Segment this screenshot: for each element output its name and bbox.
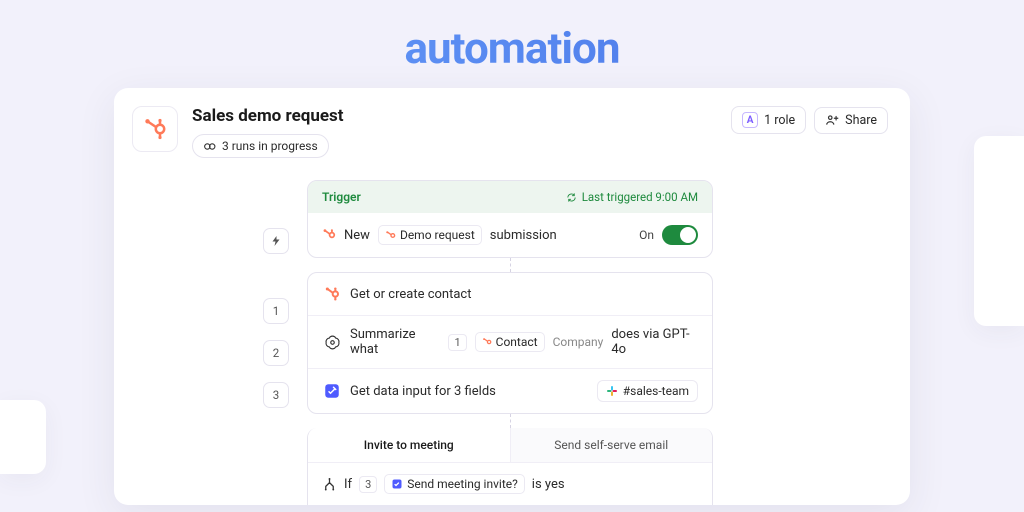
share-label: Share xyxy=(845,113,877,128)
form-icon xyxy=(391,478,403,490)
step-2-ref-chip[interactable]: Contact xyxy=(475,332,545,352)
tab-invite-to-meeting[interactable]: Invite to meeting xyxy=(308,428,511,462)
branch-card: Invite to meeting Send self-serve email … xyxy=(307,428,713,505)
role-badge: A xyxy=(742,112,758,128)
step-2-ref-num: 1 xyxy=(448,334,466,351)
workflow-card: Sales demo request 3 runs in progress A … xyxy=(114,88,910,505)
trigger-last-time: Last triggered 9:00 AM xyxy=(566,190,698,204)
trigger-card[interactable]: Trigger Last triggered 9:00 AM New Demo … xyxy=(307,180,713,258)
if-label: If xyxy=(344,477,352,492)
step-number-3: 3 xyxy=(263,382,289,408)
hubspot-icon xyxy=(322,228,336,242)
form-icon xyxy=(322,381,342,401)
branch-suffix: is yes xyxy=(532,477,565,492)
hubspot-icon xyxy=(385,230,396,241)
branch-ref-chip[interactable]: Send meeting invite? xyxy=(384,474,525,494)
decorative-card-right xyxy=(974,136,1024,326)
hubspot-icon xyxy=(143,117,167,141)
share-icon xyxy=(825,113,839,127)
hubspot-icon xyxy=(482,337,492,347)
toggle-label: On xyxy=(639,228,654,242)
steps-card: Get or create contact Summarize what 1 C… xyxy=(307,272,713,414)
refresh-icon xyxy=(566,192,577,203)
roles-text: 1 role xyxy=(764,113,795,128)
step-number-1: 1 xyxy=(263,298,289,324)
trigger-form-chip[interactable]: Demo request xyxy=(378,225,482,245)
hero-title: automation xyxy=(0,0,1024,74)
workflow-title: Sales demo request xyxy=(192,106,717,126)
step-3-text: Get data input for 3 fields xyxy=(350,384,496,399)
step-number-2: 2 xyxy=(263,340,289,366)
branch-ref-num: 3 xyxy=(359,476,377,493)
trigger-side-badge xyxy=(263,228,289,254)
step-row-2[interactable]: Summarize what 1 Contact Company does vi… xyxy=(308,316,712,369)
bolt-icon xyxy=(270,235,282,247)
trigger-suffix: submission xyxy=(490,228,557,243)
trigger-label: Trigger xyxy=(322,190,361,204)
step-1-text: Get or create contact xyxy=(350,287,471,302)
runs-in-progress-pill[interactable]: 3 runs in progress xyxy=(192,134,329,158)
connector-line xyxy=(510,414,511,428)
step-row-1[interactable]: Get or create contact xyxy=(308,273,712,316)
trigger-prefix: New xyxy=(344,228,370,243)
tab-send-self-serve-email[interactable]: Send self-serve email xyxy=(511,428,713,462)
openai-icon xyxy=(322,332,342,352)
share-button[interactable]: Share xyxy=(814,107,888,134)
slack-icon xyxy=(606,385,618,397)
step-2-pre: Summarize what xyxy=(350,327,440,357)
slack-channel-chip[interactable]: #sales-team xyxy=(597,380,698,402)
runs-text: 3 runs in progress xyxy=(222,139,318,153)
step-2-post: does via GPT-4o xyxy=(611,327,698,357)
decorative-card-left xyxy=(0,400,46,474)
connector-line xyxy=(510,258,511,272)
step-row-3[interactable]: Get data input for 3 fields #sales-team xyxy=(308,369,712,413)
hubspot-app-icon xyxy=(132,106,178,152)
trigger-toggle[interactable] xyxy=(662,225,698,245)
hubspot-icon xyxy=(322,284,342,304)
step-2-field: Company xyxy=(553,335,604,349)
roles-button[interactable]: A 1 role xyxy=(731,106,806,134)
branch-icon xyxy=(322,477,337,492)
progress-icon xyxy=(203,140,216,153)
